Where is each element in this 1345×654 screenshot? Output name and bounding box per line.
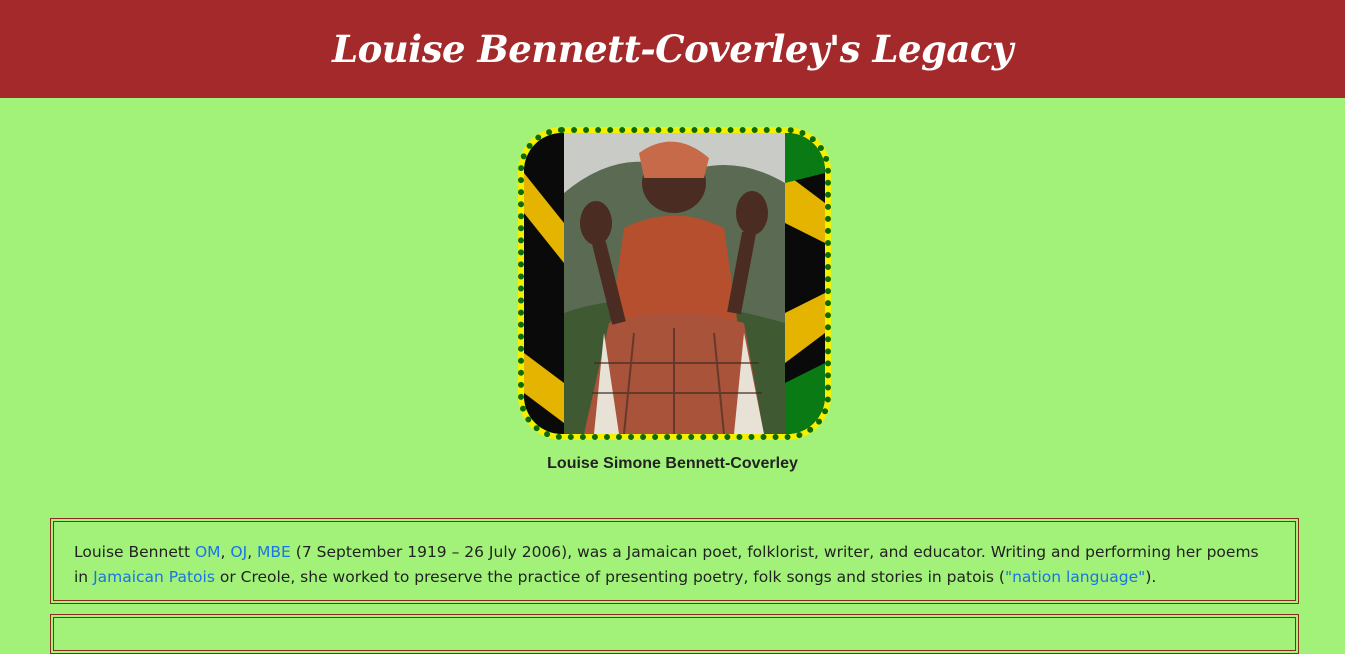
link-oj[interactable]: OJ — [230, 543, 247, 561]
page-title: Louise Bennett-Coverley's Legacy — [332, 27, 1013, 71]
bio-sep-1: , — [220, 543, 231, 561]
bio-text-2: or Creole, she worked to preserve the pr… — [214, 568, 1005, 586]
link-jamaican-patois[interactable]: Jamaican Patois — [93, 568, 215, 586]
link-mbe[interactable]: MBE — [257, 543, 291, 561]
portrait-caption: Louise Simone Bennett-Coverley — [547, 455, 798, 472]
bio-box-inner: Louise Bennett OM, OJ, MBE (7 September … — [53, 521, 1296, 601]
portrait-frame — [518, 127, 831, 440]
link-nation-language[interactable]: "nation language" — [1005, 568, 1145, 586]
bio-name: Louise Bennett — [74, 543, 191, 561]
bio-text-3: ). — [1145, 568, 1157, 586]
bio-paragraph: Louise Bennett OM, OJ, MBE (7 September … — [54, 522, 1295, 590]
portrait-image — [524, 133, 825, 434]
page-header: Louise Bennett-Coverley's Legacy — [0, 0, 1345, 98]
link-om[interactable]: OM — [195, 543, 221, 561]
next-section-box-inner — [53, 617, 1296, 651]
next-section-box — [50, 614, 1299, 654]
bio-box: Louise Bennett OM, OJ, MBE (7 September … — [50, 518, 1299, 604]
bio-sep-2: , — [247, 543, 258, 561]
